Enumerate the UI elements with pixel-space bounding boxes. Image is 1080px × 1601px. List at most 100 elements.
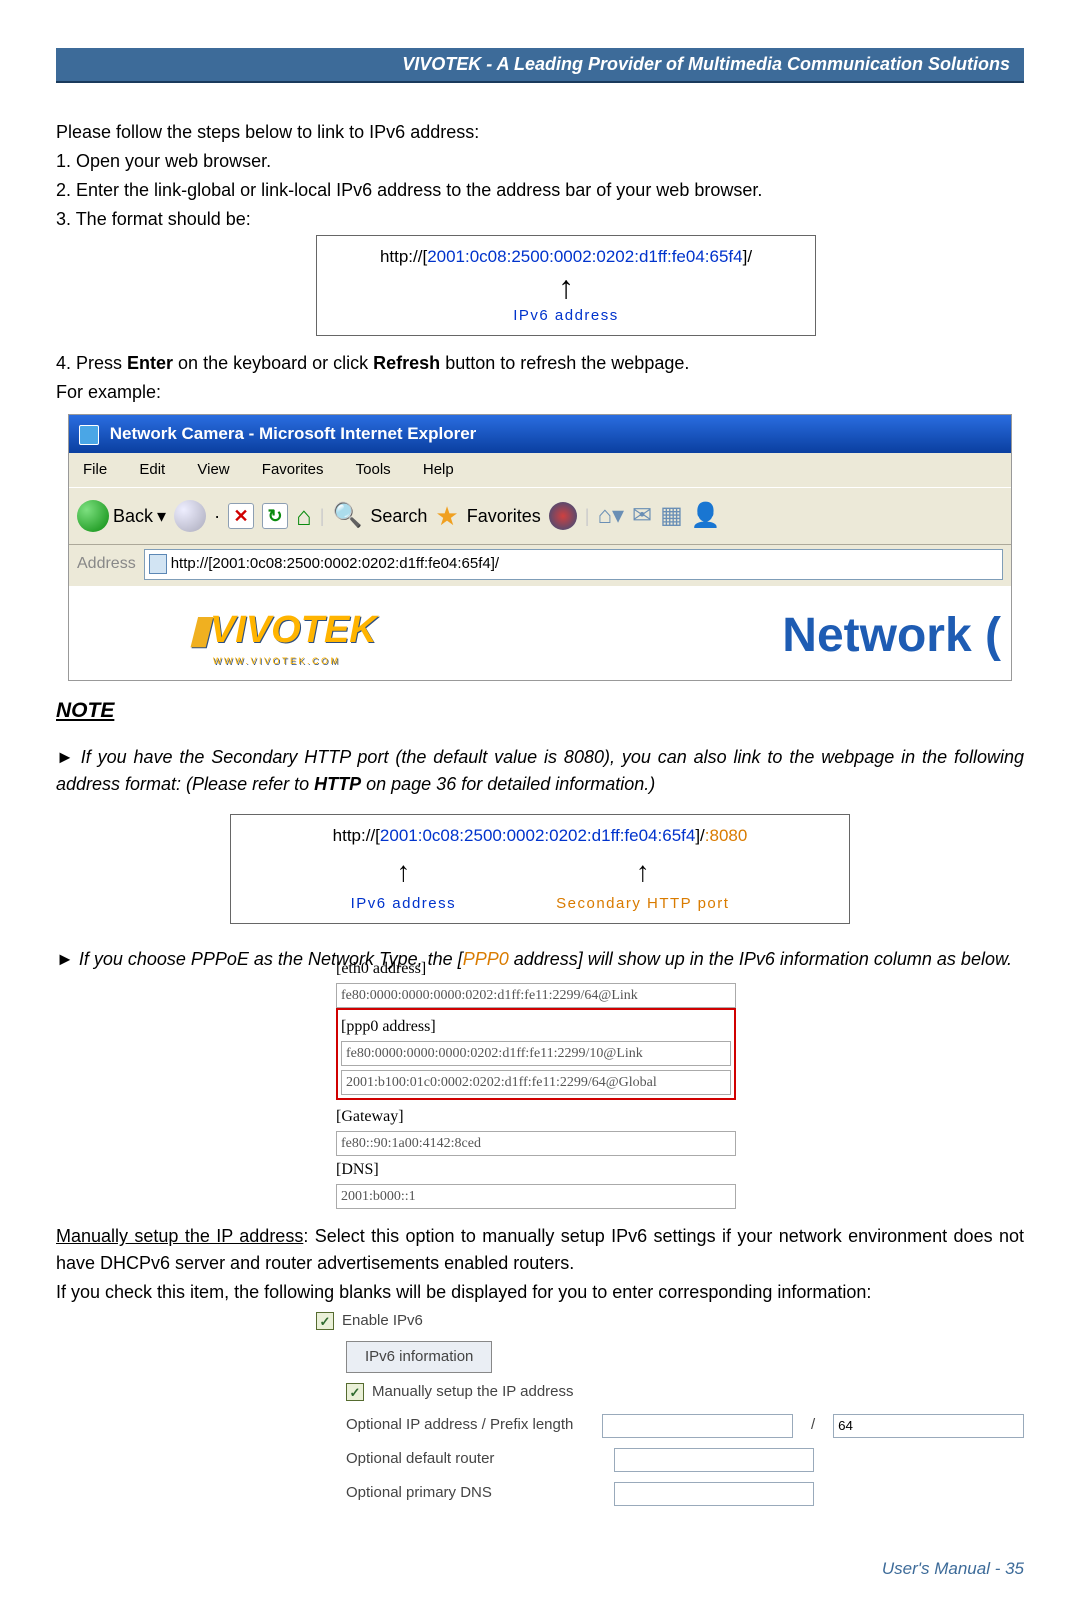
optional-ip-row: Optional IP address / Prefix length / — [316, 1414, 1024, 1438]
menu-favorites[interactable]: Favorites — [248, 455, 338, 486]
note1-c: on page 36 for detailed information.) — [361, 774, 655, 794]
format1-address: 2001:0c08:2500:0002:0202:d1ff:fe04:65f4 — [427, 247, 742, 266]
ie-screenshot: Network Camera - Microsoft Internet Expl… — [68, 414, 1012, 681]
note-item-2: ► If you choose PPPoE as the Network Typ… — [56, 946, 1024, 973]
ipv6-info-button[interactable]: IPv6 information — [346, 1341, 492, 1374]
back-label: Back — [113, 503, 153, 530]
refresh-button[interactable]: ↻ — [262, 503, 288, 529]
ppp0-label: [ppp0 address] — [341, 1013, 731, 1041]
manual-setup-label: Manually setup the IP address — [372, 1381, 574, 1404]
manual-a: Manually setup the IP address — [56, 1226, 303, 1246]
ppp0-highlight-box: [ppp0 address] fe80:0000:0000:0000:0202:… — [336, 1008, 736, 1100]
ipv6-info-block: [eth0 address] fe80:0000:0000:0000:0202:… — [336, 955, 736, 1209]
optional-dns-input[interactable] — [614, 1482, 814, 1506]
vivotek-logo: ▮VIVOTEK WWW.VIVOTEK.COM — [189, 602, 377, 669]
manual-setup-text-2: If you check this item, the following bl… — [56, 1279, 1024, 1306]
address-value: http://[2001:0c08:2500:0002:0202:d1ff:fe… — [171, 553, 499, 576]
ie-icon — [79, 425, 99, 445]
manual-setup-checkbox[interactable]: ✓ — [346, 1383, 364, 1401]
back-icon — [77, 500, 109, 532]
arrow-up-icon: ↑ — [331, 270, 801, 305]
dns-label: [DNS] — [336, 1156, 736, 1184]
optional-router-input[interactable] — [614, 1448, 814, 1472]
format2-prefix: http://[ — [333, 826, 380, 845]
gateway-label: [Gateway] — [336, 1103, 736, 1131]
optional-router-label: Optional default router — [316, 1448, 596, 1471]
ppp0-value-1: fe80:0000:0000:0000:0202:d1ff:fe11:2299/… — [341, 1041, 731, 1066]
address-input[interactable]: http://[2001:0c08:2500:0002:0202:d1ff:fe… — [144, 549, 1003, 580]
ie-address-bar: Address http://[2001:0c08:2500:0002:0202… — [69, 545, 1011, 586]
ppp0-value-2: 2001:b100:01c0:0002:0202:d1ff:fe11:2299/… — [341, 1070, 731, 1095]
format2-mid: ]/ — [695, 826, 704, 845]
step-1: 1. Open your web browser. — [56, 148, 1024, 175]
format1-suffix: ]/ — [743, 247, 752, 266]
format2-port: :8080 — [705, 826, 748, 845]
intro-text: Please follow the steps below to link to… — [56, 119, 1024, 146]
optional-dns-label: Optional primary DNS — [316, 1482, 596, 1505]
address-label: Address — [77, 552, 136, 576]
optional-dns-row: Optional primary DNS — [316, 1482, 1024, 1506]
note1-http: HTTP — [314, 774, 361, 794]
dns-value: 2001:b000::1 — [336, 1184, 736, 1209]
step4-enter: Enter — [127, 353, 173, 373]
favorites-icon: ★ — [435, 497, 458, 536]
favorites-button[interactable]: Favorites — [467, 503, 541, 530]
menu-file[interactable]: File — [69, 455, 121, 486]
mail-button[interactable]: ✉ — [632, 498, 652, 534]
eth0-value: fe80:0000:0000:0000:0202:d1ff:fe11:2299/… — [336, 983, 736, 1008]
back-button[interactable]: Back ▾ — [77, 500, 166, 532]
step-3: 3. The format should be: — [56, 206, 1024, 233]
forward-button[interactable] — [174, 500, 206, 532]
media-button[interactable] — [549, 502, 577, 530]
step4-e: button to refresh the webpage. — [440, 353, 689, 373]
search-icon: 🔍 — [332, 498, 362, 534]
note2-c: address] will show up in the IPv6 inform… — [509, 949, 1012, 969]
history-button[interactable]: ⌂▾ — [597, 498, 624, 534]
format1-label: IPv6 address — [331, 305, 801, 328]
page-header: VIVOTEK - A Leading Provider of Multimed… — [56, 48, 1024, 83]
step-4: 4. Press Enter on the keyboard or click … — [56, 350, 1024, 377]
home-button[interactable]: ⌂ — [296, 497, 312, 536]
enable-ipv6-checkbox[interactable]: ✓ — [316, 1312, 334, 1330]
optional-router-row: Optional default router — [316, 1448, 1024, 1472]
arrow-up-icon: ↑ — [556, 851, 729, 893]
gateway-value: fe80::90:1a00:4142:8ced — [336, 1131, 736, 1156]
format-example-2: http://[2001:0c08:2500:0002:0202:d1ff:fe… — [230, 814, 850, 924]
print-button[interactable]: ▦ — [660, 498, 683, 534]
vivotek-logo-sub: WWW.VIVOTEK.COM — [213, 655, 377, 669]
ie-title-text: Network Camera - Microsoft Internet Expl… — [110, 424, 477, 443]
optional-ip-label: Optional IP address / Prefix length — [316, 1414, 584, 1437]
network-text: Network — [782, 609, 971, 662]
stop-button[interactable]: ✕ — [228, 503, 254, 529]
page-footer: User's Manual - 35 — [56, 1556, 1024, 1582]
menu-help[interactable]: Help — [409, 455, 468, 486]
format2-label1: IPv6 address — [351, 893, 457, 916]
format-example-1: http://[2001:0c08:2500:0002:0202:d1ff:fe… — [316, 235, 816, 336]
dropdown-icon: ▾ — [157, 503, 166, 530]
format2-label2: Secondary HTTP port — [556, 893, 729, 916]
ie-page-body: ▮VIVOTEK WWW.VIVOTEK.COM Network ( — [69, 586, 1011, 680]
ie-titlebar: Network Camera - Microsoft Internet Expl… — [69, 415, 1011, 453]
format2-address: 2001:0c08:2500:0002:0202:d1ff:fe04:65f4 — [380, 826, 695, 845]
vivotek-logo-text: VIVOTEK — [210, 609, 377, 651]
format1-prefix: http://[ — [380, 247, 427, 266]
ipv6-form: ✓ Enable IPv6 IPv6 information ✓ Manuall… — [316, 1310, 1024, 1506]
search-button[interactable]: Search — [370, 503, 427, 530]
note-heading: NOTE — [56, 695, 1024, 727]
menu-tools[interactable]: Tools — [342, 455, 405, 486]
menu-edit[interactable]: Edit — [125, 455, 179, 486]
network-heading: Network ( — [782, 600, 1001, 672]
arrow-up-icon: ↑ — [351, 851, 457, 893]
page-icon — [149, 554, 167, 574]
prefix-length-input[interactable] — [833, 1414, 1024, 1438]
messenger-button[interactable]: 👤 — [691, 498, 721, 534]
ie-toolbar: Back ▾ · ✕ ↻ ⌂ | 🔍 Search ★ Favorites | … — [69, 487, 1011, 545]
note2-ppp0: PPP0 — [463, 949, 509, 969]
ie-menubar: File Edit View Favorites Tools Help — [69, 453, 1011, 488]
enable-ipv6-label: Enable IPv6 — [342, 1310, 423, 1333]
step-2: 2. Enter the link-global or link-local I… — [56, 177, 1024, 204]
step4-a: 4. Press — [56, 353, 127, 373]
step4-refresh: Refresh — [373, 353, 440, 373]
menu-view[interactable]: View — [183, 455, 243, 486]
optional-ip-input[interactable] — [602, 1414, 793, 1438]
